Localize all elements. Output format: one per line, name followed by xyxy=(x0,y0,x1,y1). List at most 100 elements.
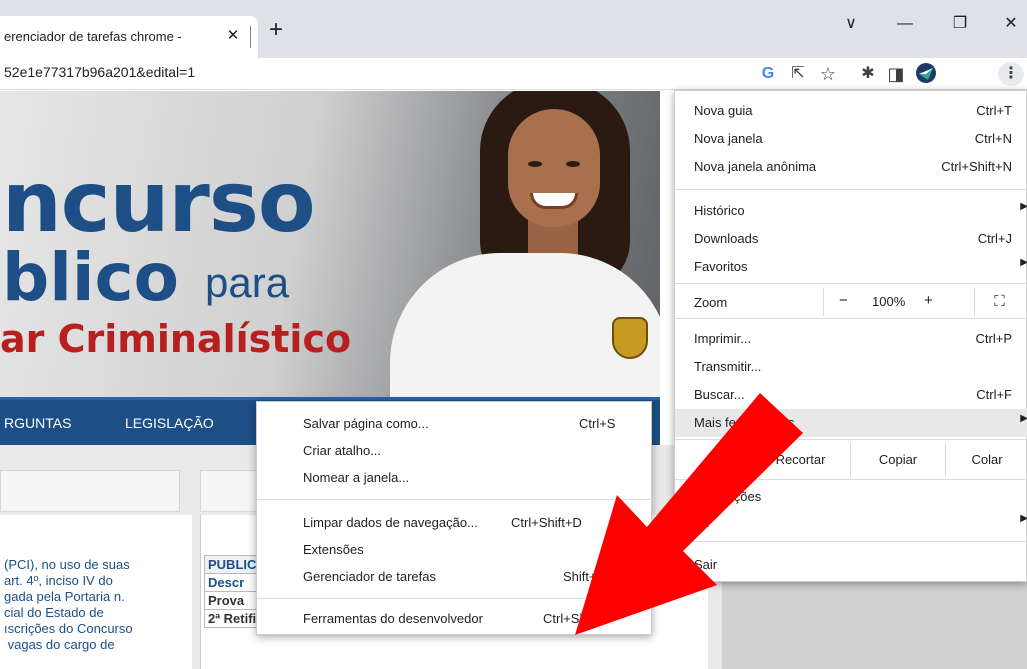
menu-item-shortcut: Ctrl+Shift+N xyxy=(941,159,1012,174)
hero-banner: ncurso blico para ar Criminalístico xyxy=(0,91,660,397)
banner-title-para: para xyxy=(205,259,290,306)
menu-divider xyxy=(675,439,1027,440)
menu-item-label: Downloads xyxy=(694,231,759,246)
edit-row: Recortar Copiar Colar xyxy=(675,443,1027,477)
tab-title: erenciador de tarefas chrome - xyxy=(4,29,182,44)
menu-item-shortcut: Ctrl+P xyxy=(975,331,1012,346)
browser-toolbar: 52e1e77317b96a201&edital=1 G ⇱ ☆ ✱ ◨ ⋮ xyxy=(0,58,1027,90)
tab-close-icon[interactable]: ✕ xyxy=(222,25,244,47)
menu-divider xyxy=(675,189,1027,190)
submenu-arrow-icon: ▶ xyxy=(1020,413,1027,424)
nav-item-perguntas[interactable]: RGUNTAS xyxy=(4,415,71,431)
left-box xyxy=(0,470,180,512)
chrome-main-menu: Nova guia Ctrl+T Nova janela Ctrl+N Nova… xyxy=(674,90,1027,582)
submenu-arrow-icon: ▶ xyxy=(1020,513,1027,524)
menu-item-label: Nova guia xyxy=(694,103,753,118)
menu-item-label: Ferramentas do desenvolvedor xyxy=(303,611,483,626)
menu-item-find[interactable]: Buscar... Ctrl+F xyxy=(675,381,1027,409)
menu-item-label: Gerenciador de tarefas xyxy=(303,569,436,584)
menu-item-cast[interactable]: Transmitir... xyxy=(675,353,1027,381)
menu-item-label: Nomear a janela... xyxy=(303,470,410,485)
kebab-menu-icon[interactable]: ⋮ xyxy=(998,62,1024,86)
menu-item-label: Extensões xyxy=(303,542,364,557)
menu-item-label: Limpar dados de navegação... xyxy=(303,515,478,530)
menu-item-label: Nova janela anônima xyxy=(694,159,817,174)
menu-item-shortcut: Ctrl+Shift+D xyxy=(511,515,582,530)
nav-item-legislacao[interactable]: LEGISLAÇÃO xyxy=(125,415,214,431)
menu-item-print[interactable]: Imprimir... Ctrl+P xyxy=(675,325,1027,353)
restore-icon[interactable]: ❐ xyxy=(945,12,975,36)
banner-title-line2: blico xyxy=(2,239,179,316)
menu-item-label: Mais ferramentas xyxy=(694,415,795,430)
menu-divider xyxy=(675,541,1027,542)
zoom-label: Zoom xyxy=(694,295,728,310)
menu-item-settings[interactable]: nfigurações xyxy=(675,483,1027,511)
banner-subtitle: ar Criminalístico xyxy=(0,317,352,361)
cut-button[interactable]: Recortar xyxy=(750,443,850,477)
submenu-item-create-shortcut[interactable]: Criar atalho... xyxy=(257,437,653,465)
submenu-arrow-icon: ▶ xyxy=(1020,257,1027,268)
menu-divider xyxy=(257,499,653,500)
menu-divider xyxy=(675,479,1027,480)
extensions-icon[interactable]: ✱ xyxy=(856,62,880,86)
menu-item-more-tools[interactable]: Mais ferramentas ▶ xyxy=(675,409,1027,437)
submenu-item-name-window[interactable]: Nomear a janela... xyxy=(257,464,653,492)
menu-item-shortcut: Ctrl+S xyxy=(579,416,616,431)
zoom-level: 100% xyxy=(872,294,906,309)
submenu-item-clear-data[interactable]: Limpar dados de navegação... Ctrl+Shift+… xyxy=(257,509,653,537)
paste-button[interactable]: Colar xyxy=(945,443,1027,477)
menu-item-shortcut: Ctrl+J xyxy=(977,231,1012,246)
menu-item-incognito[interactable]: Nova janela anônima Ctrl+Shift+N xyxy=(675,153,1027,181)
window-close-icon[interactable]: ✕ xyxy=(996,12,1026,36)
menu-item-label: Nova janela xyxy=(694,131,763,146)
photo-face xyxy=(508,109,600,227)
menu-item-new-window[interactable]: Nova janela Ctrl+N xyxy=(675,125,1027,153)
star-icon[interactable]: ☆ xyxy=(816,62,840,86)
tab-separator xyxy=(250,26,251,48)
copy-button[interactable]: Copiar xyxy=(850,443,945,477)
menu-item-exit[interactable]: Sair xyxy=(675,551,1027,579)
address-bar[interactable]: 52e1e77317b96a201&edital=1 xyxy=(4,64,195,80)
menu-divider xyxy=(675,283,1027,284)
photo-eye-left xyxy=(528,161,542,167)
tab-strip: erenciador de tarefas chrome - ✕ + ∨ — ❐… xyxy=(0,0,1027,58)
profile-icon[interactable] xyxy=(914,62,938,86)
menu-item-new-tab[interactable]: Nova guia Ctrl+T xyxy=(675,97,1027,125)
photo-eye-right xyxy=(566,161,580,167)
submenu-item-task-manager[interactable]: Gerenciador de tarefas Shift+Esc xyxy=(257,563,653,591)
submenu-item-extensions[interactable]: Extensões xyxy=(257,536,653,564)
fullscreen-icon[interactable]: ⛶ xyxy=(974,288,1024,316)
more-tools-submenu: Salvar página como... Ctrl+S Criar atalh… xyxy=(256,401,653,635)
menu-item-label: Transmitir... xyxy=(694,359,762,374)
zoom-controls: − 100% + ⛶ xyxy=(823,288,1023,316)
zoom-in-button[interactable]: + xyxy=(924,292,933,309)
tab-search-chevron-down-icon[interactable]: ∨ xyxy=(836,12,866,36)
menu-item-downloads[interactable]: Downloads Ctrl+J xyxy=(675,225,1027,253)
banner-title-line1: ncurso xyxy=(2,153,316,251)
menu-item-label: Favoritos xyxy=(694,259,748,274)
zoom-out-button[interactable]: − xyxy=(839,292,848,309)
photo-smile xyxy=(530,193,578,209)
google-icon[interactable]: G xyxy=(756,62,780,86)
submenu-item-save-page[interactable]: Salvar página como... Ctrl+S xyxy=(257,410,653,438)
submenu-item-dev-tools[interactable]: Ferramentas do desenvolvedor Ctrl+Shift+… xyxy=(257,605,653,633)
minimize-icon[interactable]: — xyxy=(890,12,920,36)
sidepanel-icon[interactable]: ◨ xyxy=(884,62,908,86)
menu-divider xyxy=(257,598,653,599)
menu-item-bookmarks[interactable]: Favoritos ▶ xyxy=(675,253,1027,281)
menu-item-shortcut: Shift+Esc xyxy=(563,569,619,584)
menu-item-label: Criar atalho... xyxy=(303,443,382,458)
menu-item-help[interactable]: da ▶ xyxy=(675,509,1027,537)
menu-item-shortcut: Ctrl+Shift+I xyxy=(543,611,609,626)
menu-item-shortcut: Ctrl+F xyxy=(976,387,1012,402)
menu-item-shortcut: Ctrl+T xyxy=(976,103,1012,118)
menu-item-label: da xyxy=(694,515,709,530)
zoom-row: Zoom − 100% + ⛶ xyxy=(675,288,1027,316)
menu-item-label: Sair xyxy=(694,557,718,572)
left-body-text: (PCI), no uso de suas art. 4º, inciso IV… xyxy=(4,557,133,652)
menu-item-history[interactable]: Histórico ▶ xyxy=(675,197,1027,225)
new-tab-button[interactable]: + xyxy=(262,16,290,44)
browser-tab[interactable]: erenciador de tarefas chrome - ✕ xyxy=(0,16,258,58)
police-badge-icon xyxy=(612,317,648,359)
share-icon[interactable]: ⇱ xyxy=(786,62,810,86)
